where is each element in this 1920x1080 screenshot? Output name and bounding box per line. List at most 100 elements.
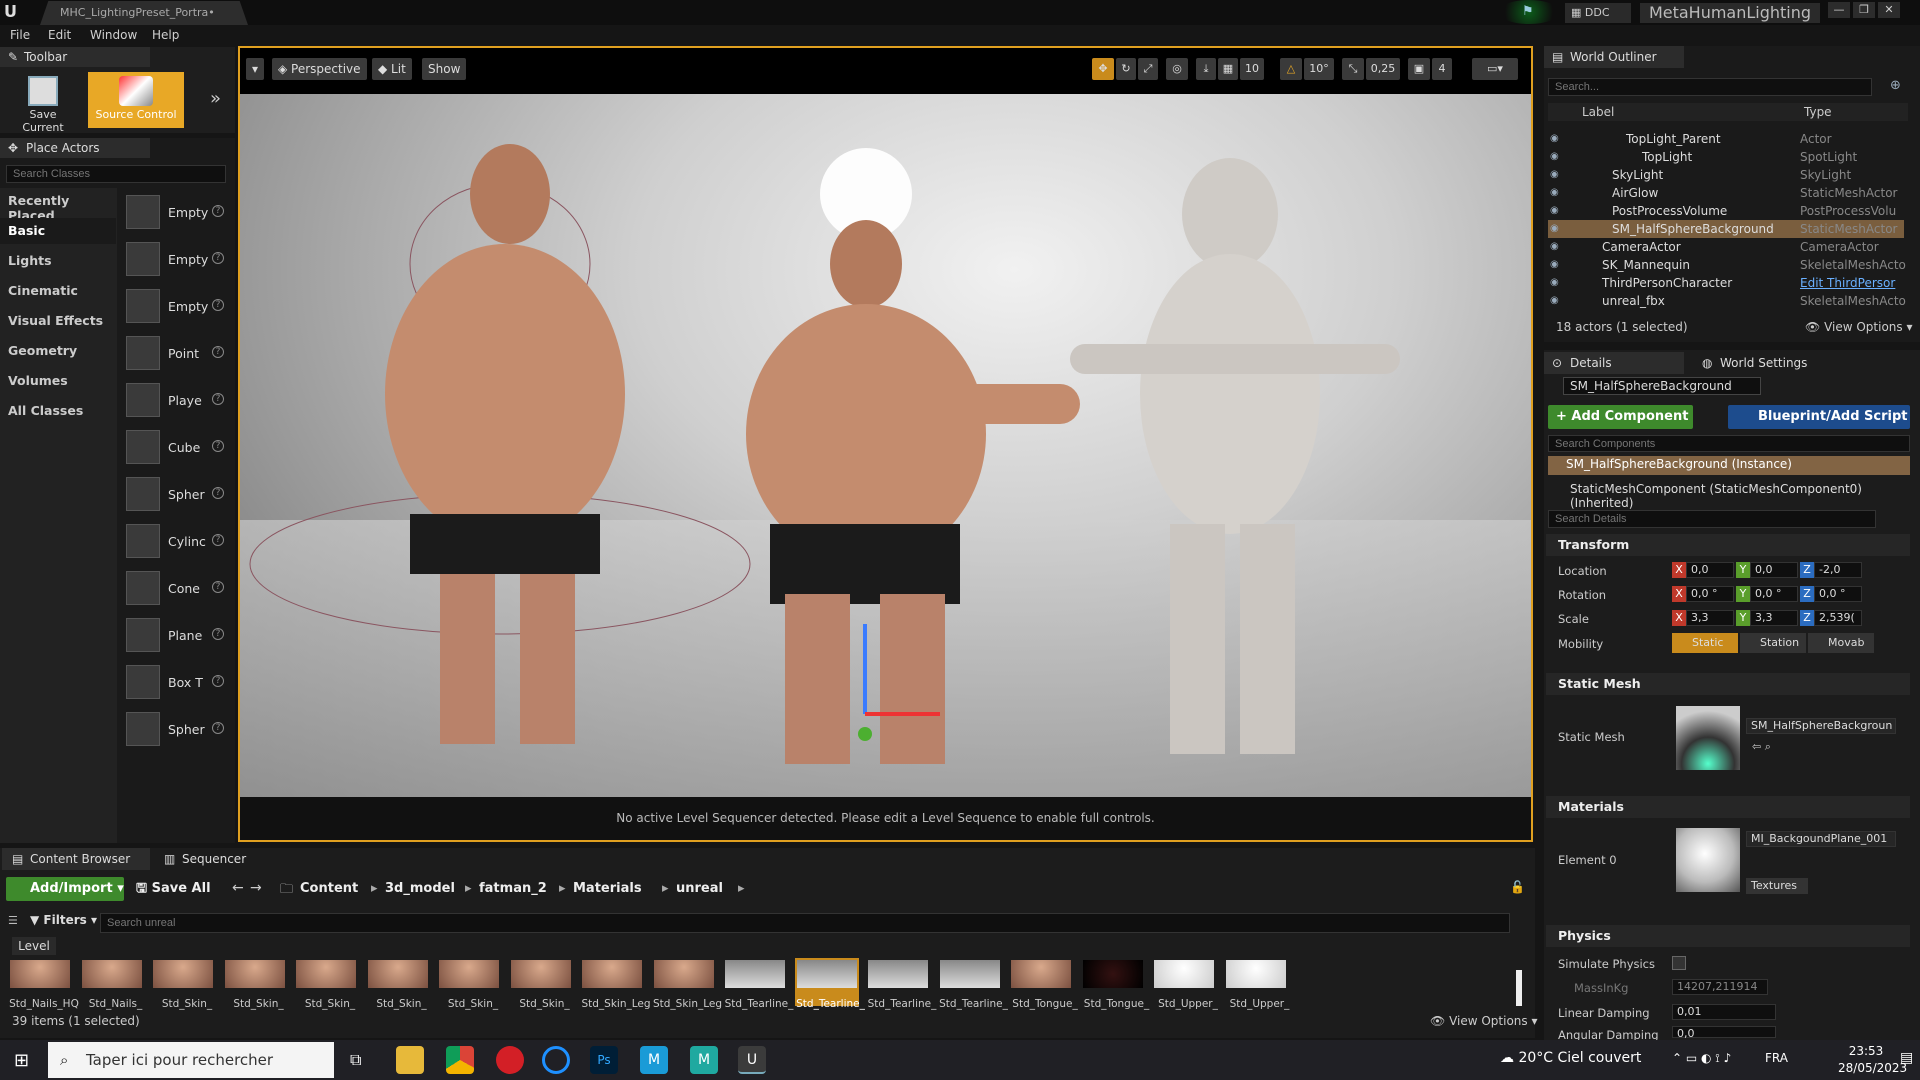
- mass-field[interactable]: 14207,211914: [1672, 979, 1768, 995]
- grid-snap-icon[interactable]: ▦: [1218, 58, 1238, 80]
- asset-tile[interactable]: Std_Tongue_: [1009, 958, 1078, 1010]
- help-icon[interactable]: ?: [212, 440, 224, 452]
- visibility-eye-icon[interactable]: ◉: [1550, 166, 1559, 184]
- tab-sequencer[interactable]: ▥ Sequencer: [154, 848, 294, 870]
- tab-world-settings[interactable]: ◍ World Settings: [1694, 352, 1834, 374]
- asset-tile[interactable]: Std_Tearline_: [938, 958, 1008, 1010]
- maximize-button[interactable]: ❐: [1853, 2, 1875, 18]
- category-cinematic[interactable]: Cinematic: [0, 278, 116, 304]
- outliner-row[interactable]: ◉ CameraActor CameraActor: [1548, 238, 1904, 256]
- scale-snap-icon[interactable]: ⤡: [1342, 58, 1364, 80]
- category-volumes[interactable]: Volumes: [0, 368, 116, 394]
- menu-window[interactable]: Window: [90, 28, 137, 42]
- grid-value[interactable]: 10: [1240, 58, 1264, 80]
- add-component-button[interactable]: + Add Component ▾: [1548, 405, 1693, 448]
- location-y-field[interactable]: 0,0: [1750, 562, 1798, 578]
- camera-speed-icon[interactable]: ▣: [1408, 58, 1430, 80]
- visibility-eye-icon[interactable]: ◉: [1550, 220, 1559, 238]
- breadcrumb-1[interactable]: 3d_model: [385, 877, 455, 901]
- category-all-classes[interactable]: All Classes: [0, 398, 116, 424]
- show-button[interactable]: Show: [422, 58, 467, 80]
- save-current-button[interactable]: Save Current: [8, 72, 78, 134]
- actor-item[interactable]: Point?: [124, 334, 230, 374]
- actor-item[interactable]: Empty?: [124, 240, 230, 280]
- file-explorer-icon[interactable]: [396, 1046, 424, 1074]
- system-tray-icons[interactable]: ⌃ ▭ ◐ ⟟ ♪: [1672, 1051, 1731, 1066]
- asset-tile[interactable]: Std_Tearline_: [866, 958, 936, 1010]
- asset-tile[interactable]: Std_Skin_: [509, 958, 573, 1010]
- add-filter-icon[interactable]: ⊕: [1890, 78, 1901, 93]
- category-lights[interactable]: Lights: [0, 248, 116, 274]
- viewport-layout-icon[interactable]: ▭▾: [1472, 58, 1518, 80]
- tab-world-outliner[interactable]: ▤ World Outliner: [1544, 46, 1684, 68]
- save-all-button[interactable]: 🖫 Save All: [136, 877, 211, 901]
- component-instance-row[interactable]: SM_HalfSphereBackground (Instance): [1548, 456, 1910, 475]
- tab-content-browser[interactable]: ▤ Content Browser: [2, 848, 150, 870]
- outliner-view-options[interactable]: 👁 View Options ▾: [1805, 320, 1913, 334]
- linear-damping-field[interactable]: 0,01: [1672, 1004, 1776, 1020]
- scale-x-field[interactable]: 3,3: [1686, 610, 1734, 626]
- col-label[interactable]: Label: [1582, 105, 1614, 119]
- visibility-eye-icon[interactable]: ◉: [1550, 256, 1559, 274]
- world-local-icon[interactable]: ◎: [1166, 58, 1188, 80]
- mobility-movable[interactable]: Movab: [1808, 633, 1874, 653]
- outliner-search-input[interactable]: [1548, 78, 1872, 96]
- asset-tile[interactable]: Std_Nails_: [80, 958, 144, 1010]
- use-selected-icon[interactable]: ⇦ ⌕: [1752, 740, 1771, 754]
- asset-tile[interactable]: Std_Tearline_: [794, 958, 865, 1010]
- asset-tile[interactable]: Std_Upper_: [1152, 958, 1218, 1010]
- taskbar-search[interactable]: ⌕ Taper ici pour rechercher: [48, 1042, 334, 1078]
- static-mesh-thumbnail[interactable]: [1676, 706, 1740, 770]
- rotation-x-field[interactable]: 0,0 °: [1686, 586, 1734, 602]
- static-mesh-picker[interactable]: SM_HalfSphereBackgroun: [1746, 718, 1896, 734]
- search-components-input[interactable]: [1548, 435, 1910, 452]
- tab-place-actors[interactable]: ✥ Place Actors: [0, 138, 150, 158]
- asset-tile[interactable]: Std_Skin_: [151, 958, 215, 1010]
- rotation-snap-value[interactable]: 10°: [1304, 58, 1334, 80]
- visibility-eye-icon[interactable]: ◉: [1550, 202, 1559, 220]
- outliner-row[interactable]: ◉ unreal_fbx SkeletalMeshActo: [1548, 292, 1906, 310]
- col-type[interactable]: Type: [1804, 105, 1832, 119]
- filters-button[interactable]: ▼ Filters ▾: [30, 913, 97, 927]
- task-view-icon[interactable]: ⧉: [350, 1050, 361, 1070]
- visibility-eye-icon[interactable]: ◉: [1550, 148, 1559, 166]
- actor-item[interactable]: Cube?: [124, 428, 230, 468]
- help-icon[interactable]: ?: [212, 299, 224, 311]
- help-icon[interactable]: ?: [212, 393, 224, 405]
- surface-snap-icon[interactable]: ⤓: [1196, 58, 1216, 80]
- outliner-row[interactable]: ◉ SK_Mannequin SkeletalMeshActo: [1548, 256, 1906, 274]
- perspective-button[interactable]: ◈ Perspective: [272, 58, 367, 80]
- close-button[interactable]: ✕: [1878, 2, 1900, 18]
- mobility-static[interactable]: Static: [1672, 633, 1738, 653]
- level-filter-chip[interactable]: Level: [12, 937, 56, 955]
- content-view-options[interactable]: 👁 View Options ▾: [1430, 1014, 1538, 1028]
- help-icon[interactable]: ?: [212, 722, 224, 734]
- asset-tile[interactable]: Std_Nails_HQ: [8, 958, 79, 1010]
- app-m2-icon[interactable]: M: [690, 1046, 718, 1074]
- visibility-eye-icon[interactable]: ◉: [1550, 292, 1559, 310]
- tab-details[interactable]: ⊙ Details: [1544, 352, 1684, 374]
- lit-button[interactable]: ◆ Lit: [372, 58, 412, 80]
- windows-start-icon[interactable]: ⊞: [14, 1050, 29, 1071]
- asset-tile[interactable]: Std_Skin_: [366, 958, 430, 1010]
- outliner-row[interactable]: ◉ ThirdPersonCharacter Edit ThirdPersor: [1548, 274, 1904, 292]
- opera-icon[interactable]: [496, 1046, 524, 1074]
- expand-toolbar-icon[interactable]: »: [210, 88, 221, 109]
- static-mesh-component-row[interactable]: StaticMeshComponent (StaticMeshComponent…: [1570, 482, 1920, 510]
- weather-widget[interactable]: ☁ 20°C Ciel couvert: [1500, 1050, 1641, 1066]
- category-visual-effects[interactable]: Visual Effects: [0, 308, 116, 334]
- camera-speed-value[interactable]: 4: [1432, 58, 1452, 80]
- visibility-eye-icon[interactable]: ◉: [1550, 238, 1559, 256]
- rotate-mode-icon[interactable]: ↻: [1116, 58, 1136, 80]
- outliner-row[interactable]: ◉ AirGlow StaticMeshActor: [1548, 184, 1904, 202]
- category-geometry[interactable]: Geometry: [0, 338, 116, 364]
- visibility-eye-icon[interactable]: ◉: [1550, 184, 1559, 202]
- physics-section[interactable]: Physics: [1546, 925, 1910, 947]
- materials-section[interactable]: Materials: [1546, 796, 1910, 818]
- material-picker[interactable]: MI_BackgoundPlane_001: [1746, 831, 1896, 847]
- simulate-physics-checkbox[interactable]: [1672, 956, 1686, 970]
- document-tab[interactable]: MHC_LightingPreset_Portra•: [40, 1, 248, 25]
- lock-icon[interactable]: 🔓: [1510, 880, 1525, 894]
- actor-item[interactable]: Spher?: [124, 710, 230, 750]
- transform-section[interactable]: Transform: [1546, 534, 1910, 556]
